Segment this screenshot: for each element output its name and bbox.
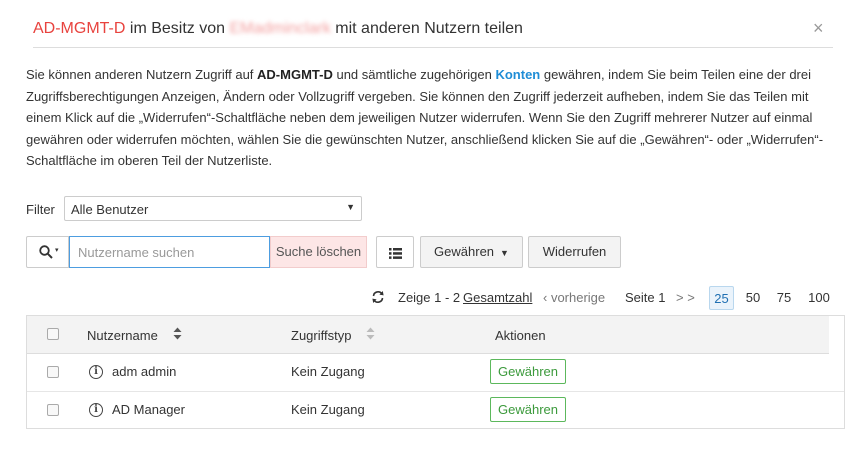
close-icon[interactable]: ×	[813, 18, 824, 39]
total-count-link[interactable]: Gesamtzahl	[463, 290, 532, 305]
title-mid: im Besitz von	[125, 20, 230, 37]
table-row: i adm admin Kein Zugang Gewähren	[27, 353, 844, 392]
sort-icon[interactable]	[173, 327, 182, 340]
filter-selected-value: Alle Benutzer	[71, 202, 149, 217]
row-checkbox[interactable]	[47, 366, 59, 378]
row-grant-button[interactable]: Gewähren	[490, 359, 566, 384]
select-all-checkbox[interactable]	[47, 328, 59, 340]
desc-object-name: AD-MGMT-D	[257, 67, 333, 82]
search-input[interactable]	[69, 236, 270, 268]
row-username: AD Manager	[112, 402, 185, 417]
next-page-link[interactable]: > >	[676, 290, 695, 305]
column-chooser-button[interactable]	[376, 236, 414, 268]
title-divider	[33, 47, 833, 48]
row-username: adm admin	[112, 364, 177, 379]
revoke-button[interactable]: Widerrufen	[528, 236, 621, 268]
row-grant-button[interactable]: Gewähren	[490, 397, 566, 422]
caret-down-icon: ▼	[500, 248, 509, 258]
grant-button-label: Gewähren	[434, 244, 495, 259]
grant-button[interactable]: Gewähren ▼	[420, 236, 523, 268]
title-owner-name: EMadminclark	[229, 20, 331, 37]
refresh-icon[interactable]	[371, 290, 385, 304]
page-size-100[interactable]: 100	[804, 286, 834, 310]
desc-part-1: Sie können anderen Nutzern Zugriff auf	[26, 67, 258, 82]
previous-page-link[interactable]: ‹ vorherige	[543, 290, 605, 305]
current-page: Seite 1	[625, 290, 666, 305]
desc-part-3: gewähren, indem Sie beim Teilen eine der…	[26, 67, 824, 168]
sort-icon[interactable]	[366, 327, 375, 340]
title-object-name: AD-MGMT-D	[33, 20, 126, 37]
search-options-button[interactable]: ▾	[26, 236, 69, 268]
dialog-title: AD-MGMT-D im Besitz von EMadminclark mit…	[33, 20, 523, 38]
clear-search-button[interactable]: Suche löschen	[270, 236, 367, 268]
table-row: i AD Manager Kein Zugang Gewähren	[27, 391, 844, 429]
row-access-type: Kein Zugang	[291, 364, 365, 379]
column-header-actions: Aktionen	[495, 328, 546, 343]
page-size-75[interactable]: 75	[772, 286, 796, 310]
users-table: Nutzername Zugriffstyp Aktionen i adm ad…	[26, 315, 845, 429]
column-header-username[interactable]: Nutzername	[87, 328, 158, 343]
title-end: mit anderen Nutzern teilen	[330, 20, 523, 37]
info-icon[interactable]: i	[89, 365, 103, 379]
page-size-25[interactable]: 25	[709, 286, 734, 310]
search-icon	[39, 245, 53, 259]
caret-down-icon: ▼	[346, 202, 355, 212]
pagination-range: Zeige 1 - 2	[398, 290, 461, 305]
list-icon	[389, 248, 402, 259]
column-header-access-type[interactable]: Zugriffstyp	[291, 328, 351, 343]
desc-part-2: und sämtliche zugehörigen	[332, 67, 496, 82]
filter-select[interactable]: Alle Benutzer ▼	[64, 196, 362, 221]
chevron-down-icon: ▾	[55, 247, 59, 254]
row-checkbox[interactable]	[47, 404, 59, 416]
page-size-50[interactable]: 50	[742, 286, 764, 310]
table-header: Nutzername Zugriffstyp Aktionen	[27, 316, 829, 354]
accounts-link[interactable]: Konten	[495, 67, 540, 82]
row-access-type: Kein Zugang	[291, 402, 365, 417]
filter-label: Filter	[26, 202, 55, 217]
info-icon[interactable]: i	[89, 403, 103, 417]
description-text: Sie können anderen Nutzern Zugriff auf A…	[26, 64, 846, 172]
